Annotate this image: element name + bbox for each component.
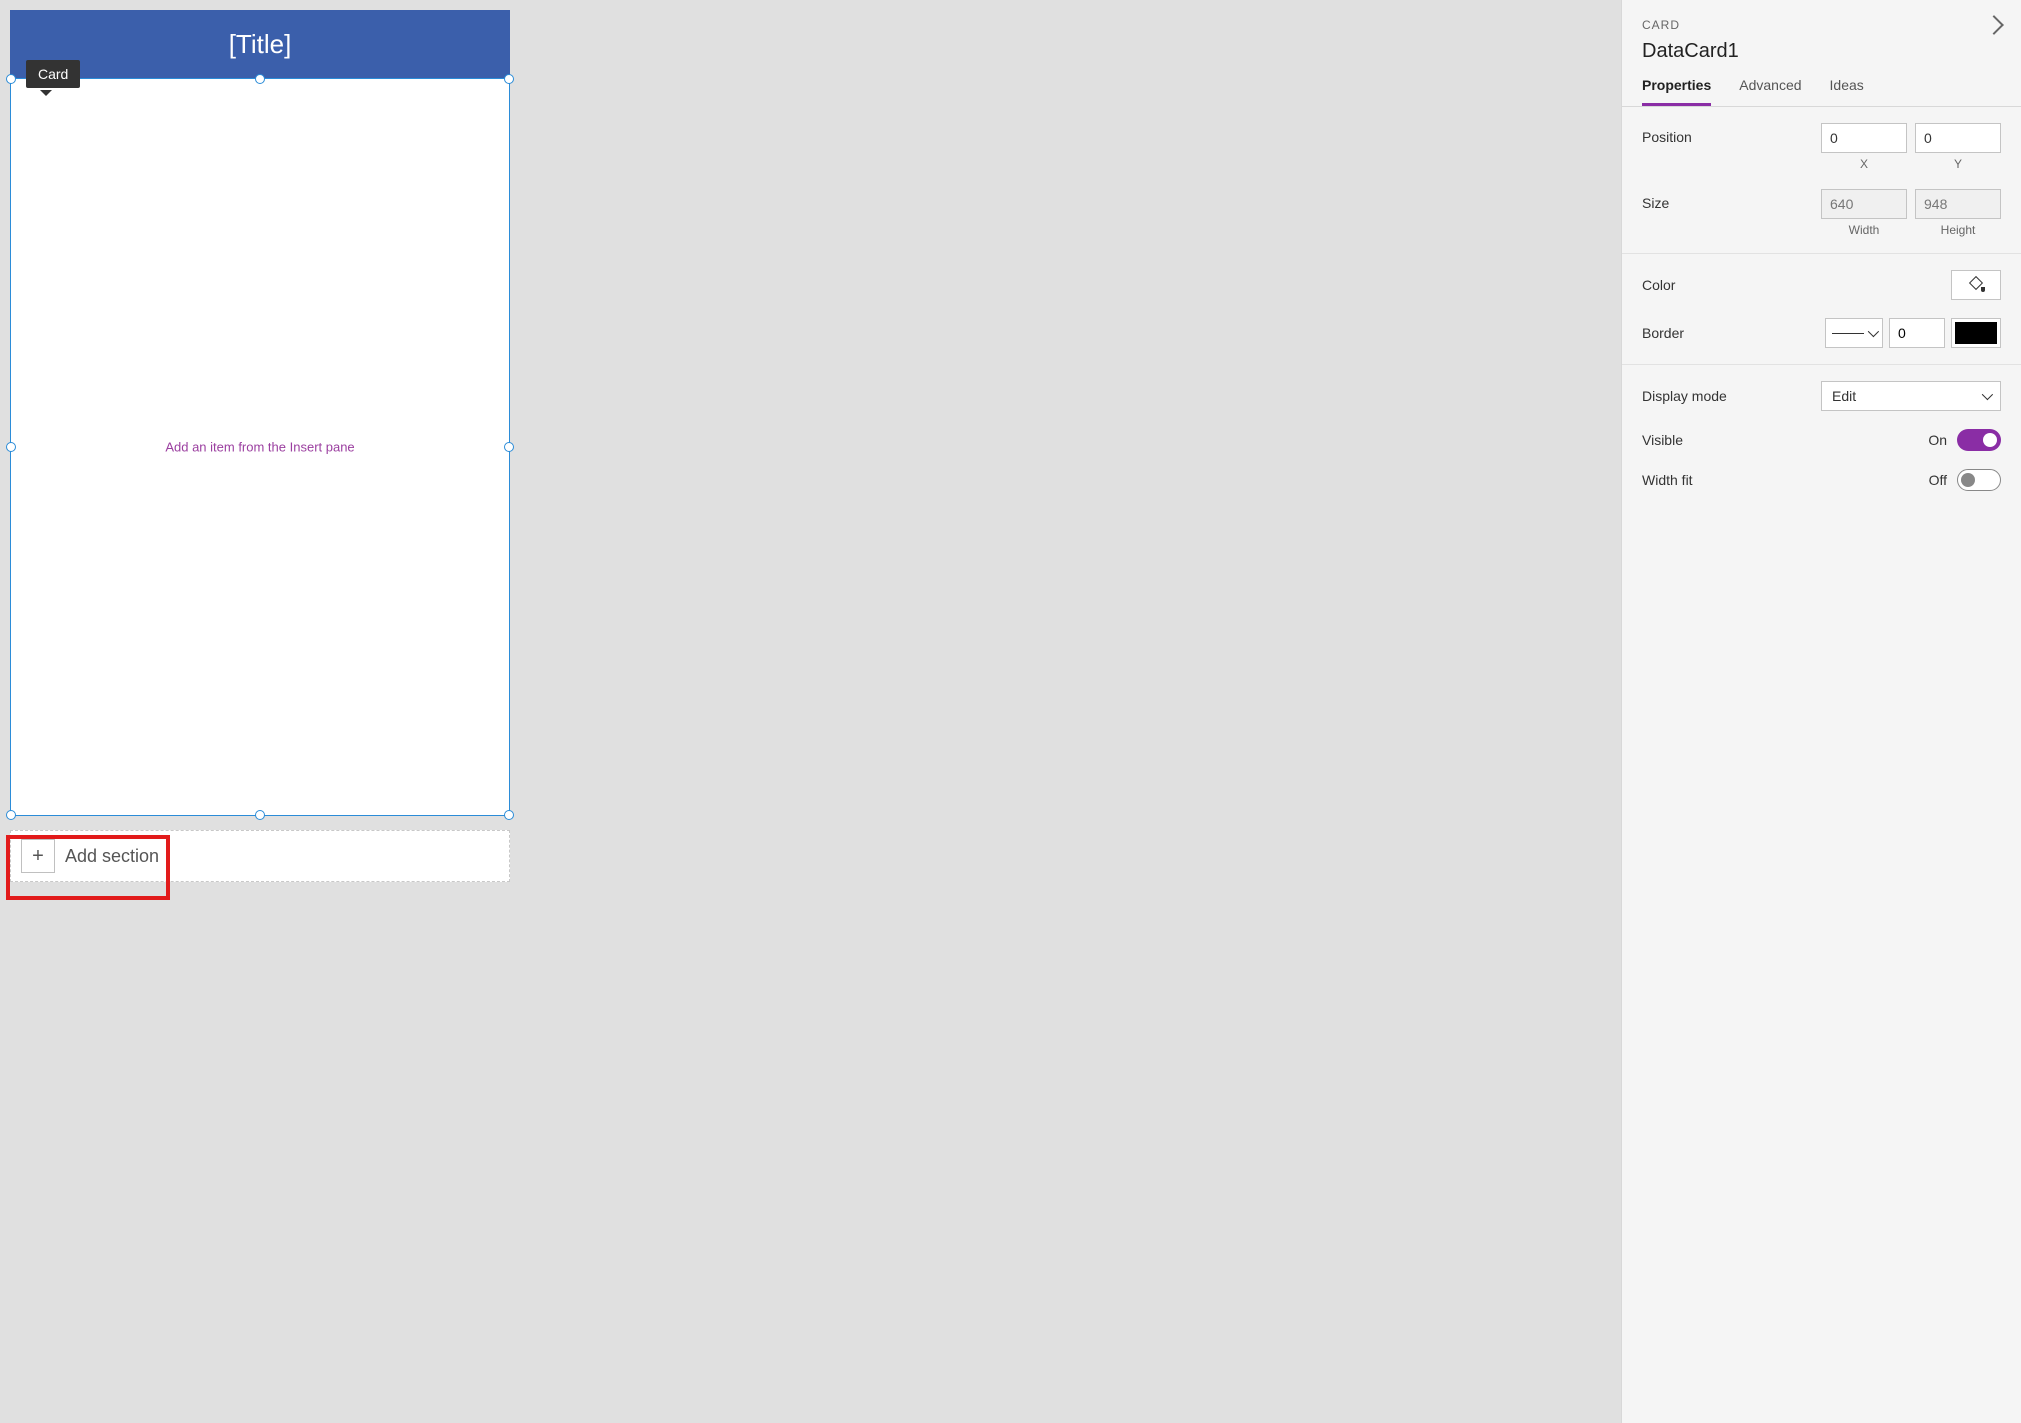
border-color-button[interactable] xyxy=(1951,318,2001,348)
border-width-input[interactable] xyxy=(1889,318,1945,348)
position-x-input[interactable] xyxy=(1821,123,1907,153)
resize-handle-tm[interactable] xyxy=(255,74,265,84)
visible-label: Visible xyxy=(1642,432,1683,448)
visible-toggle[interactable] xyxy=(1957,429,2001,451)
position-y-sublabel: Y xyxy=(1954,157,1962,171)
add-section-button[interactable]: + Add section xyxy=(21,839,159,873)
color-label: Color xyxy=(1642,277,1675,293)
resize-handle-br[interactable] xyxy=(504,810,514,820)
size-height-input[interactable] xyxy=(1915,189,2001,219)
card-container[interactable]: [Title] Card Add an item from the Insert… xyxy=(10,10,510,882)
display-mode-select[interactable]: Edit xyxy=(1821,381,2001,411)
panel-element-name: DataCard1 xyxy=(1642,40,2001,63)
resize-handle-tl[interactable] xyxy=(6,74,16,84)
card-title-bar[interactable]: [Title] xyxy=(10,10,510,78)
panel-category: CARD xyxy=(1642,18,1680,32)
position-y-input[interactable] xyxy=(1915,123,2001,153)
position-label: Position xyxy=(1642,123,1692,145)
properties-panel: CARD DataCard1 Properties Advanced Ideas… xyxy=(1621,0,2021,1423)
width-fit-state-text: Off xyxy=(1929,472,1947,488)
position-x-sublabel: X xyxy=(1860,157,1868,171)
resize-handle-bl[interactable] xyxy=(6,810,16,820)
size-width-sublabel: Width xyxy=(1849,223,1880,237)
tab-ideas[interactable]: Ideas xyxy=(1830,77,1864,106)
card-body-placeholder: Add an item from the Insert pane xyxy=(165,440,354,455)
card-body[interactable]: Add an item from the Insert pane xyxy=(10,78,510,816)
width-fit-toggle[interactable] xyxy=(1957,469,2001,491)
tab-advanced[interactable]: Advanced xyxy=(1739,77,1801,106)
chevron-right-icon[interactable] xyxy=(1984,15,2004,35)
border-color-swatch xyxy=(1955,322,1997,344)
resize-handle-mr[interactable] xyxy=(504,442,514,452)
resize-handle-tr[interactable] xyxy=(504,74,514,84)
size-height-sublabel: Height xyxy=(1941,223,1976,237)
chevron-down-icon xyxy=(1982,389,1993,400)
resize-handle-ml[interactable] xyxy=(6,442,16,452)
border-label: Border xyxy=(1642,325,1684,341)
plus-icon: + xyxy=(21,839,55,873)
size-label: Size xyxy=(1642,189,1669,211)
add-section-label: Add section xyxy=(65,846,159,867)
add-section-bar: + Add section xyxy=(10,830,510,882)
size-width-input[interactable] xyxy=(1821,189,1907,219)
border-style-line-icon xyxy=(1832,333,1864,334)
display-mode-value: Edit xyxy=(1832,388,1856,404)
card-title-text: [Title] xyxy=(229,29,292,60)
canvas: [Title] Card Add an item from the Insert… xyxy=(0,0,1621,1423)
chevron-down-icon xyxy=(1868,326,1879,337)
panel-tabs: Properties Advanced Ideas xyxy=(1622,63,2021,107)
color-fill-button[interactable] xyxy=(1951,270,2001,300)
resize-handle-bm[interactable] xyxy=(255,810,265,820)
visible-state-text: On xyxy=(1928,432,1947,448)
element-tooltip: Card xyxy=(26,60,80,88)
tooltip-label: Card xyxy=(38,66,68,82)
width-fit-label: Width fit xyxy=(1642,472,1693,488)
border-style-select[interactable] xyxy=(1825,318,1883,348)
display-mode-label: Display mode xyxy=(1642,388,1727,404)
fill-icon xyxy=(1969,278,1983,292)
tab-properties[interactable]: Properties xyxy=(1642,77,1711,106)
